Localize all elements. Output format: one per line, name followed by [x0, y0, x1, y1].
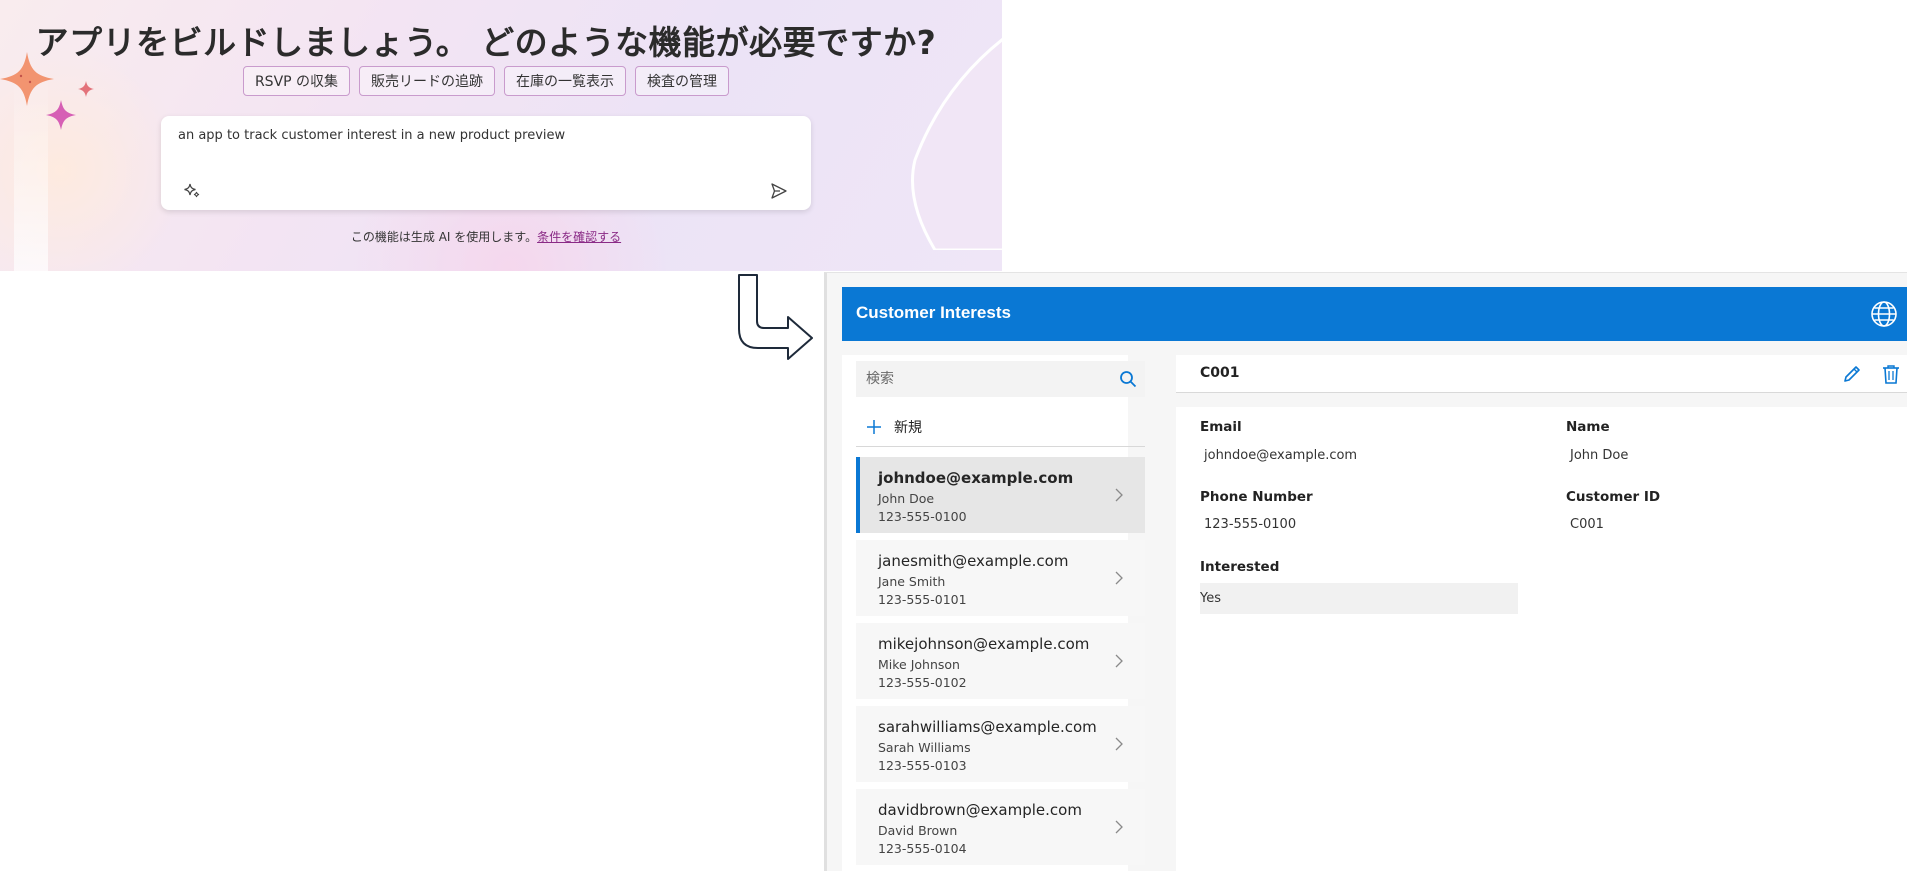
edit-icon[interactable]: [1842, 364, 1862, 384]
list-item[interactable]: davidbrown@example.com David Brown 123-5…: [856, 789, 1145, 865]
flow-arrow-icon: [738, 274, 813, 360]
chevron-right-icon: [1115, 737, 1123, 751]
phone-value: 123-555-0100: [1204, 517, 1297, 532]
interested-label: Interested: [1200, 559, 1280, 575]
app-canvas: Customer Interests 新規 johndoe@example.co…: [824, 272, 1907, 877]
terms-link[interactable]: 条件を確認する: [537, 230, 621, 244]
list-item[interactable]: mikejohnson@example.com Mike Johnson 123…: [856, 623, 1145, 699]
record-name: David Brown: [878, 823, 958, 838]
record-email: mikejohnson@example.com: [878, 635, 1090, 653]
detail-form: Email johndoe@example.com Name John Doe …: [1176, 407, 1907, 877]
chip-inspections[interactable]: 検査の管理: [635, 66, 730, 96]
record-phone: 123-555-0103: [878, 758, 967, 773]
email-label: Email: [1200, 419, 1242, 435]
record-list: johndoe@example.com John Doe 123-555-010…: [856, 457, 1145, 872]
plus-icon: [867, 419, 881, 434]
phone-label: Phone Number: [1200, 489, 1313, 505]
record-name: Jane Smith: [878, 574, 946, 589]
record-name: Sarah Williams: [878, 740, 971, 755]
chip-inventory[interactable]: 在庫の一覧表示: [504, 66, 627, 96]
record-email: davidbrown@example.com: [878, 801, 1082, 819]
record-name: John Doe: [878, 491, 935, 506]
customer-id-label: Customer ID: [1566, 489, 1661, 505]
prompt-banner: アプリをビルドしましょう。 どのような機能が必要ですか? RSVP の収集 販売…: [0, 0, 1002, 271]
disclaimer-text: この機能は生成 AI を使用します。: [350, 230, 538, 244]
chevron-right-icon: [1115, 820, 1123, 834]
prompt-input[interactable]: an app to track customer interest in a n…: [178, 128, 565, 143]
new-record-label: 新規: [894, 419, 922, 436]
delete-icon[interactable]: [1882, 364, 1900, 384]
detail-record-id: C001: [1200, 365, 1240, 381]
record-phone: 123-555-0102: [878, 675, 967, 690]
record-name: Mike Johnson: [878, 657, 960, 672]
star-icon: [46, 100, 76, 130]
chevron-right-icon: [1115, 654, 1123, 668]
app-header: Customer Interests: [842, 287, 1907, 341]
prompt-box[interactable]: an app to track customer interest in a n…: [161, 116, 811, 210]
record-phone: 123-555-0104: [878, 841, 967, 856]
detail-header: C001: [1176, 355, 1907, 393]
send-icon[interactable]: [770, 182, 788, 200]
record-phone: 123-555-0100: [878, 509, 967, 524]
app-title: Customer Interests: [856, 303, 1011, 322]
chip-sales-leads[interactable]: 販売リードの追跡: [359, 66, 496, 96]
list-item[interactable]: janesmith@example.com Jane Smith 123-555…: [856, 540, 1145, 616]
banner-title: アプリをビルドしましょう。 どのような機能が必要ですか?: [35, 23, 937, 62]
new-record-button[interactable]: 新規: [856, 407, 1145, 447]
email-value: johndoe@example.com: [1204, 448, 1358, 463]
name-label: Name: [1566, 419, 1610, 435]
search-input[interactable]: [856, 361, 1106, 397]
chevron-right-icon: [1115, 488, 1123, 502]
customer-id-value: C001: [1570, 517, 1604, 532]
record-email: sarahwilliams@example.com: [878, 718, 1097, 736]
interested-field: Yes: [1200, 583, 1518, 614]
record-email: janesmith@example.com: [878, 552, 1069, 570]
chip-rsvp[interactable]: RSVP の収集: [242, 66, 351, 96]
name-value: John Doe: [1570, 448, 1629, 463]
search-icon[interactable]: [1119, 370, 1137, 388]
list-item[interactable]: sarahwilliams@example.com Sarah Williams…: [856, 706, 1145, 782]
chevron-right-icon: [1115, 571, 1123, 585]
sparkle-icon[interactable]: [183, 181, 201, 199]
disclaimer: この機能は生成 AI を使用します。条件を確認する: [0, 228, 972, 245]
suggestion-chips: RSVP の収集 販売リードの追跡 在庫の一覧表示 検査の管理: [0, 66, 972, 96]
list-item[interactable]: johndoe@example.com John Doe 123-555-010…: [856, 457, 1145, 533]
record-phone: 123-555-0101: [878, 592, 967, 607]
globe-icon[interactable]: [1870, 300, 1898, 328]
interested-value: Yes: [1200, 591, 1221, 606]
record-email: johndoe@example.com: [878, 469, 1074, 487]
search-box: [856, 361, 1145, 397]
